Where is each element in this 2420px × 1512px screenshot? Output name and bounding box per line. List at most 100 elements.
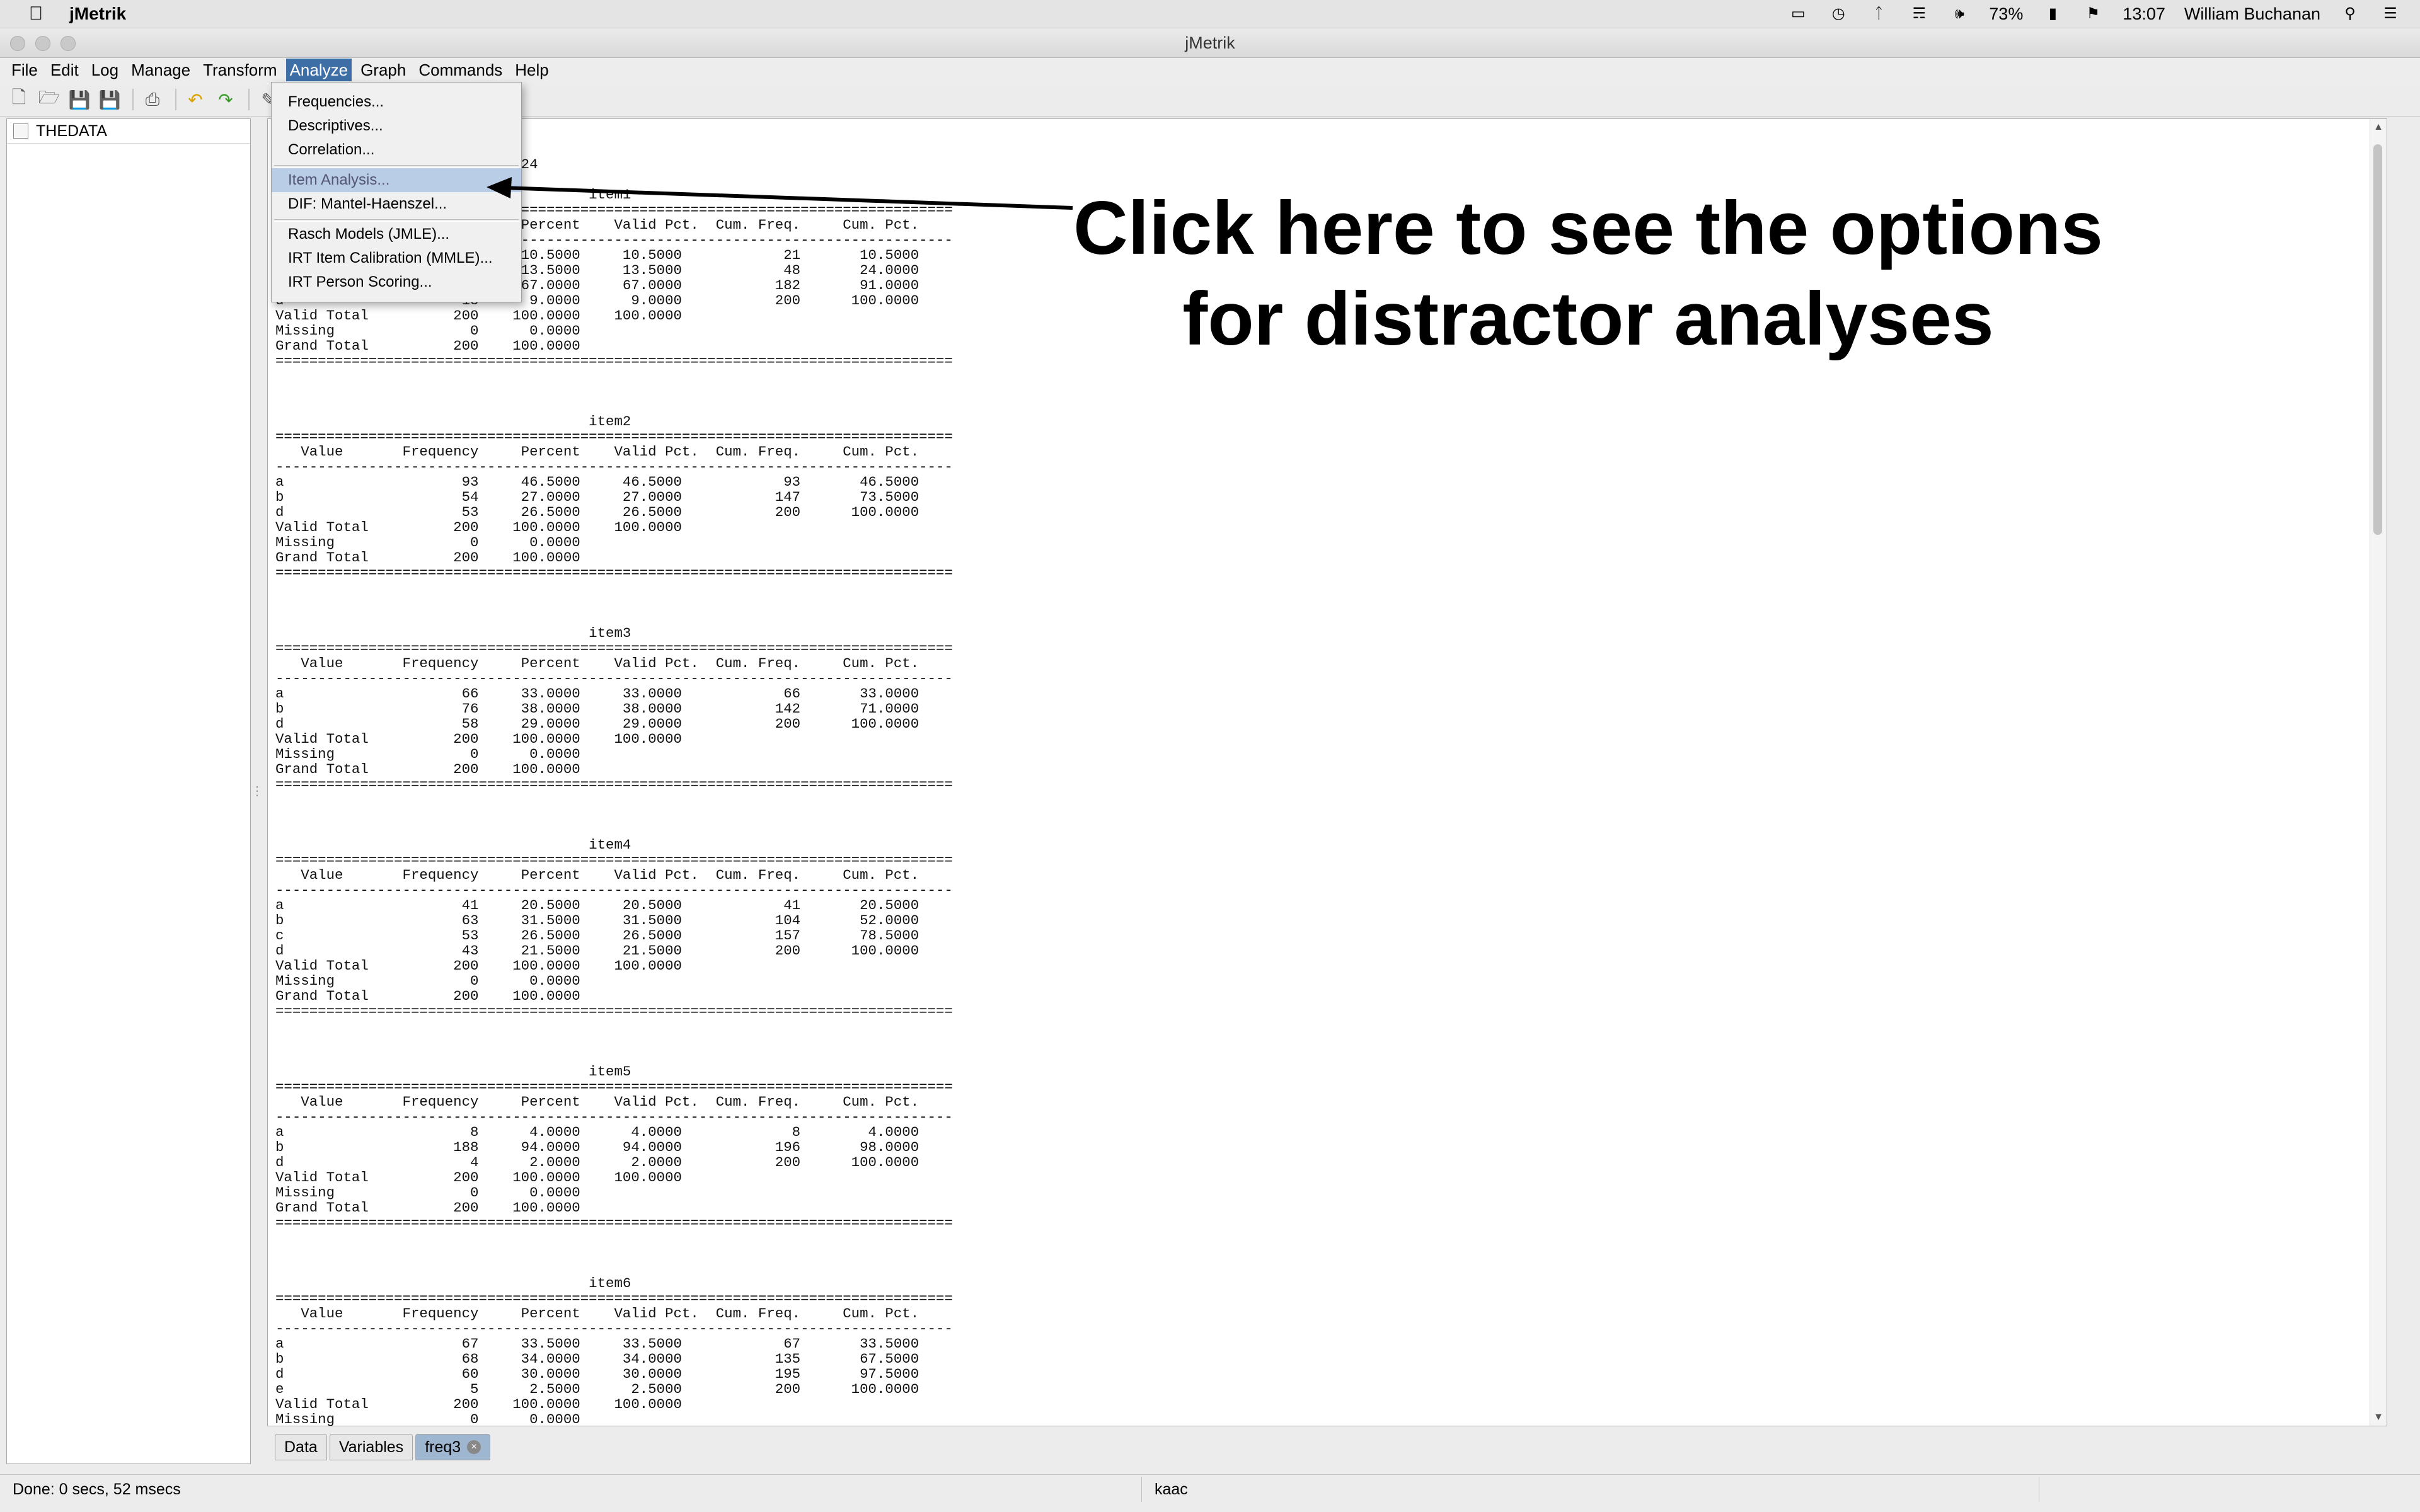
output-line-grand-total-row: Grand Total 200 100.0000 [275, 1200, 580, 1216]
output-line-data-row: b 68 34.0000 34.0000 135 67.5000 [275, 1351, 919, 1367]
table-icon [13, 123, 28, 139]
output-line-data-row: d 4 2.0000 2.0000 200 100.0000 [275, 1154, 919, 1171]
tutorial-annotation: Click here to see the options for distra… [1071, 183, 2105, 364]
output-line-data-row: e 5 2.5000 2.5000 200 100.0000 [275, 1381, 919, 1397]
tab-label: Data [284, 1438, 318, 1456]
menu-item-rasch-models[interactable]: Rasch Models (JMLE)... [272, 222, 521, 246]
output-line-column-header: Value Frequency Percent Valid Pct. Cum. … [301, 444, 919, 460]
app-name[interactable]: jMetrik [69, 4, 126, 24]
tab-freq3[interactable]: freq3 × [415, 1434, 491, 1460]
output-line-separator: ========================================… [275, 564, 953, 581]
output-line-data-row: b 54 27.0000 27.0000 147 73.5000 [275, 489, 919, 505]
toolbar-separator [132, 89, 134, 110]
output-line-valid-total-row: Valid Total 200 100.0000 100.0000 [275, 519, 682, 536]
open-folder-icon[interactable]: 🗁 [38, 88, 60, 111]
output-line-column-header: Value Frequency Percent Valid Pct. Cum. … [301, 867, 919, 883]
zoom-window-button[interactable] [60, 36, 76, 51]
output-line-grand-total-row: Grand Total 200 100.0000 [275, 988, 580, 1004]
output-line-separator: ----------------------------------------… [275, 1109, 953, 1125]
split-pane-divider[interactable]: ⋮ [251, 118, 263, 1463]
tab-label: Variables [338, 1438, 404, 1456]
annotation-line-1: Click here to see the options [1073, 186, 2103, 270]
table-name: THEDATA [36, 122, 107, 140]
tab-data[interactable]: Data [275, 1434, 327, 1460]
scroll-down-icon[interactable]: ▼ [2370, 1412, 2387, 1423]
annotation-line-2: for distractor analyses [1182, 277, 1994, 361]
menu-file[interactable]: File [8, 59, 42, 81]
flag-icon[interactable]: ⚑ [2082, 6, 2104, 22]
output-line-data-row: a 66 33.0000 33.0000 66 33.0000 [275, 685, 919, 702]
menu-item-irt-person-scoring[interactable]: IRT Person Scoring... [272, 270, 521, 294]
window-title: jMetrik [1185, 33, 1235, 52]
output-line-grand-total-row: Grand Total 200 100.0000 [275, 761, 580, 777]
battery-percent[interactable]: 73% [1989, 4, 2023, 24]
output-line-separator: ========================================… [275, 1003, 953, 1019]
close-tab-icon[interactable]: × [467, 1440, 481, 1454]
menu-transform[interactable]: Transform [199, 59, 281, 81]
menu-item-frequencies[interactable]: Frequencies... [272, 90, 521, 114]
output-line-valid-total-row: Valid Total 200 100.0000 100.0000 [275, 1396, 682, 1412]
output-line-separator: ========================================… [275, 852, 953, 868]
output-line-separator: ----------------------------------------… [275, 459, 953, 475]
spotlight-icon[interactable]: ⚲ [2339, 6, 2361, 22]
new-file-icon[interactable]: 🗋 [8, 88, 30, 111]
redo-icon[interactable]: ↷ [214, 88, 237, 111]
output-line-data-row: d 58 29.0000 29.0000 200 100.0000 [275, 716, 919, 732]
output-line-data-row: b 63 31.5000 31.5000 104 52.0000 [275, 912, 919, 929]
menu-analyze[interactable]: Analyze [285, 59, 352, 81]
menu-graph[interactable]: Graph [357, 59, 410, 81]
notification-list-icon[interactable]: ☰ [2380, 6, 2401, 22]
output-line-data-row: d 43 21.5000 21.5000 200 100.0000 [275, 942, 919, 959]
print-icon[interactable]: ⎙ [141, 88, 164, 111]
app-menubar: File Edit Log Manage Transform Analyze G… [0, 58, 2420, 82]
user-name[interactable]: William Buchanan [2184, 4, 2320, 24]
output-line-separator: ========================================… [275, 1079, 953, 1095]
menu-edit[interactable]: Edit [47, 59, 83, 81]
output-line-separator: ========================================… [275, 428, 953, 445]
output-line-column-header: Value Frequency Percent Valid Pct. Cum. … [301, 1305, 919, 1322]
menu-item-item-analysis[interactable]: Item Analysis... [272, 168, 521, 192]
minimize-window-button[interactable] [35, 36, 50, 51]
volume-icon[interactable]: 🕪 [1949, 6, 1970, 22]
menu-separator [274, 165, 519, 168]
menu-log[interactable]: Log [88, 59, 122, 81]
output-line-data-row: d 53 26.5000 26.5000 200 100.0000 [275, 504, 919, 520]
output-line-separator: ----------------------------------------… [275, 882, 953, 898]
menu-item-descriptives[interactable]: Descriptives... [272, 114, 521, 138]
window-titlebar: jMetrik [0, 28, 2420, 58]
output-line-grand-total-row: Grand Total 200 100.0000 [275, 338, 580, 354]
menu-help[interactable]: Help [511, 59, 552, 81]
output-line-data-row: b 76 38.0000 38.0000 142 71.0000 [275, 701, 919, 717]
bluetooth-icon[interactable]: ᛏ [1868, 6, 1889, 22]
output-line-data-row: b 188 94.0000 94.0000 196 98.0000 [275, 1139, 919, 1155]
menu-commands[interactable]: Commands [415, 59, 506, 81]
apple-icon[interactable]:  [25, 3, 47, 25]
output-line-missing-row: Missing 0 0.0000 [275, 973, 580, 989]
time-machine-icon[interactable]: ◷ [1828, 6, 1849, 22]
close-window-button[interactable] [10, 36, 25, 51]
clock[interactable]: 13:07 [2123, 4, 2165, 24]
menu-item-irt-item-calibration[interactable]: IRT Item Calibration (MMLE)... [272, 246, 521, 270]
menu-manage[interactable]: Manage [127, 59, 194, 81]
tab-variables[interactable]: Variables [329, 1434, 413, 1460]
table-list-item[interactable]: THEDATA [7, 119, 250, 144]
scroll-up-icon[interactable]: ▲ [2370, 122, 2387, 133]
scrollbar-thumb[interactable] [2373, 144, 2382, 535]
output-line-data-row: a 41 20.5000 20.5000 41 20.5000 [275, 897, 919, 914]
battery-icon[interactable]: ▮ [2042, 6, 2063, 22]
wifi-icon[interactable]: ☴ [1908, 6, 1930, 22]
output-line-item-title: item6 [589, 1275, 631, 1292]
output-line-valid-total-row: Valid Total 200 100.0000 100.0000 [275, 1169, 682, 1186]
vertical-scrollbar[interactable]: ▲ ▼ [2370, 119, 2387, 1426]
output-line-separator: ========================================… [275, 353, 953, 369]
menu-item-correlation[interactable]: Correlation... [272, 138, 521, 162]
output-line-separator: ========================================… [275, 640, 953, 656]
toolbar-separator [175, 89, 176, 110]
undo-icon[interactable]: ↶ [184, 88, 207, 111]
save-as-icon[interactable]: 💾 [98, 88, 121, 111]
airplay-icon[interactable]: ▭ [1787, 6, 1809, 22]
save-icon[interactable]: 💾 [68, 88, 91, 111]
menu-item-dif-mantel-haenszel[interactable]: DIF: Mantel-Haenszel... [272, 192, 521, 216]
output-line-separator: ========================================… [275, 1290, 953, 1307]
output-line-item-title: item3 [589, 625, 631, 641]
